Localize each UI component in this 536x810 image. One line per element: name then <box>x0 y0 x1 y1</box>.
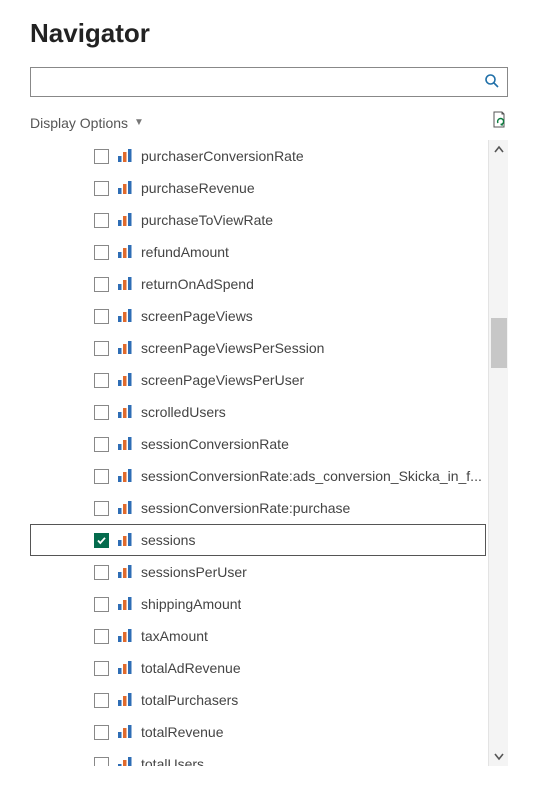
checkbox[interactable] <box>94 405 109 420</box>
list-item[interactable]: screenPageViewsPerUser <box>30 364 486 396</box>
checkbox[interactable] <box>94 309 109 324</box>
list-item[interactable]: sessions <box>30 524 486 556</box>
list-item-label: sessionConversionRate <box>141 436 289 452</box>
scroll-up-arrow[interactable] <box>489 140 509 160</box>
metric-icon <box>117 692 133 708</box>
list-item[interactable]: screenPageViews <box>30 300 486 332</box>
list-item-label: screenPageViewsPerSession <box>141 340 324 356</box>
list-item-label: refundAmount <box>141 244 229 260</box>
page-title: Navigator <box>30 18 518 49</box>
list-item-label: totalUsers <box>141 756 204 766</box>
list-item[interactable]: sessionConversionRate:purchase <box>30 492 486 524</box>
list-item[interactable]: totalAdRevenue <box>30 652 486 684</box>
metric-icon <box>117 596 133 612</box>
list-item-label: totalAdRevenue <box>141 660 241 676</box>
list-item[interactable]: sessionConversionRate <box>30 428 486 460</box>
list-item[interactable]: sessionsPerUser <box>30 556 486 588</box>
checkbox[interactable] <box>94 693 109 708</box>
checkbox[interactable] <box>94 661 109 676</box>
list-item[interactable]: shippingAmount <box>30 588 486 620</box>
metric-icon <box>117 468 133 484</box>
list-item[interactable]: totalPurchasers <box>30 684 486 716</box>
list-item-label: purchaseToViewRate <box>141 212 273 228</box>
list-item-label: sessionsPerUser <box>141 564 247 580</box>
scroll-down-arrow[interactable] <box>489 746 509 766</box>
checkbox[interactable] <box>94 213 109 228</box>
list-item-label: returnOnAdSpend <box>141 276 254 292</box>
display-options-dropdown[interactable]: Display Options ▼ <box>30 115 144 131</box>
checkbox[interactable] <box>94 245 109 260</box>
list-item[interactable]: taxAmount <box>30 620 486 652</box>
metric-icon <box>117 212 133 228</box>
checkbox[interactable] <box>94 469 109 484</box>
metric-icon <box>117 276 133 292</box>
metric-icon <box>117 180 133 196</box>
checkbox[interactable] <box>94 629 109 644</box>
vertical-scrollbar[interactable] <box>488 140 508 766</box>
metric-icon <box>117 436 133 452</box>
list-item-label: screenPageViewsPerUser <box>141 372 304 388</box>
list-item[interactable]: totalUsers <box>30 748 486 766</box>
list-item[interactable]: sessionConversionRate:ads_conversion_Ski… <box>30 460 486 492</box>
checkbox[interactable] <box>94 725 109 740</box>
search-icon[interactable] <box>484 73 500 94</box>
metric-icon <box>117 500 133 516</box>
list-item-label: sessionConversionRate:ads_conversion_Ski… <box>141 468 482 484</box>
list-item-label: totalRevenue <box>141 724 224 740</box>
list-item-label: totalPurchasers <box>141 692 238 708</box>
checkbox[interactable] <box>94 437 109 452</box>
metric-icon <box>117 244 133 260</box>
metric-icon <box>117 564 133 580</box>
list-item-label: sessions <box>141 532 195 548</box>
list-item[interactable]: purchaserConversionRate <box>30 140 486 172</box>
checkbox[interactable] <box>94 341 109 356</box>
metric-icon <box>117 340 133 356</box>
checkbox[interactable] <box>94 757 109 767</box>
checkbox[interactable] <box>94 277 109 292</box>
metric-icon <box>117 660 133 676</box>
list-item[interactable]: totalRevenue <box>30 716 486 748</box>
list-item[interactable]: scrolledUsers <box>30 396 486 428</box>
checkbox[interactable] <box>94 181 109 196</box>
metric-icon <box>117 372 133 388</box>
list-item[interactable]: purchaseToViewRate <box>30 204 486 236</box>
metric-list: purchaserConversionRate purchaseRevenue pu… <box>30 140 508 766</box>
metric-icon <box>117 148 133 164</box>
refresh-icon[interactable] <box>490 111 508 134</box>
checkbox[interactable] <box>94 149 109 164</box>
list-item-label: taxAmount <box>141 628 208 644</box>
metric-icon <box>117 404 133 420</box>
list-item-label: scrolledUsers <box>141 404 226 420</box>
list-item[interactable]: returnOnAdSpend <box>30 268 486 300</box>
metric-icon <box>117 532 133 548</box>
checkbox[interactable] <box>94 597 109 612</box>
display-options-label: Display Options <box>30 115 128 131</box>
list-item[interactable]: purchaseRevenue <box>30 172 486 204</box>
list-item-label: purchaserConversionRate <box>141 148 304 164</box>
list-item[interactable]: refundAmount <box>30 236 486 268</box>
checkbox[interactable] <box>94 373 109 388</box>
list-item-label: screenPageViews <box>141 308 253 324</box>
checkbox[interactable] <box>94 501 109 516</box>
list-item[interactable]: screenPageViewsPerSession <box>30 332 486 364</box>
scrollbar-thumb[interactable] <box>491 318 507 368</box>
list-item-label: shippingAmount <box>141 596 241 612</box>
metric-icon <box>117 724 133 740</box>
metric-icon <box>117 756 133 766</box>
search-input[interactable] <box>30 67 508 97</box>
chevron-down-icon: ▼ <box>134 117 144 128</box>
checkbox[interactable] <box>94 533 109 548</box>
list-item-label: purchaseRevenue <box>141 180 255 196</box>
checkbox[interactable] <box>94 565 109 580</box>
metric-icon <box>117 628 133 644</box>
metric-icon <box>117 308 133 324</box>
list-item-label: sessionConversionRate:purchase <box>141 500 350 516</box>
